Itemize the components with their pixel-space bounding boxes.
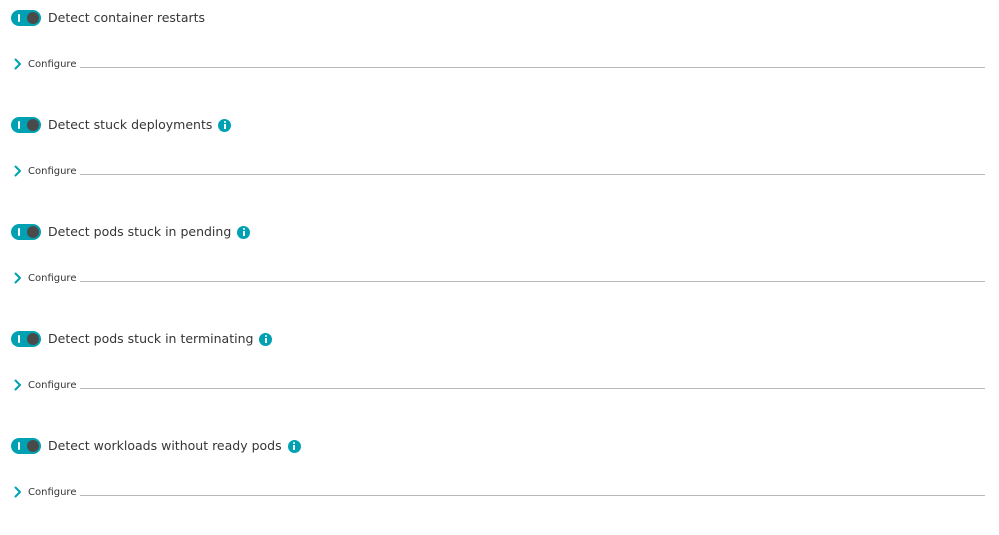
toggle-on-mark (18, 14, 20, 22)
chevron-right-icon[interactable] (14, 272, 22, 284)
pods-stuck-pending-toggle[interactable] (11, 224, 41, 240)
configure-row[interactable]: Configure (14, 56, 985, 72)
divider (80, 280, 985, 282)
toggle-row: Detect stuck deployments (11, 115, 232, 135)
toggle-knob (27, 226, 39, 238)
configure-row[interactable]: Configure (14, 484, 985, 500)
configure-row[interactable]: Configure (14, 377, 985, 393)
setting-pods-stuck-terminating: Detect pods stuck in terminating Configu… (0, 321, 999, 428)
chevron-right-icon[interactable] (14, 58, 22, 70)
chevron-right-icon[interactable] (14, 486, 22, 498)
pods-stuck-terminating-toggle[interactable] (11, 331, 41, 347)
container-restarts-toggle[interactable] (11, 10, 41, 26)
toggle-on-mark (18, 121, 20, 129)
setting-workloads-without-ready-pods: Detect workloads without ready pods Conf… (0, 428, 999, 535)
configure-link[interactable]: Configure (28, 273, 76, 284)
info-icon[interactable] (218, 118, 232, 132)
info-icon[interactable] (237, 225, 251, 239)
chevron-right-icon[interactable] (14, 379, 22, 391)
divider (80, 387, 985, 389)
info-icon[interactable] (287, 439, 301, 453)
toggle-on-mark (18, 335, 20, 343)
divider (80, 494, 985, 496)
toggle-row: Detect pods stuck in pending (11, 222, 251, 242)
stuck-deployments-toggle[interactable] (11, 117, 41, 133)
setting-container-restarts: Detect container restarts Configure (0, 0, 999, 107)
toggle-knob (27, 119, 39, 131)
info-icon[interactable] (259, 332, 273, 346)
toggle-row: Detect workloads without ready pods (11, 436, 301, 456)
toggle-knob (27, 440, 39, 452)
toggle-knob (27, 12, 39, 24)
setting-label: Detect container restarts (48, 10, 206, 25)
setting-label: Detect pods stuck in pending (48, 224, 232, 239)
configure-row[interactable]: Configure (14, 270, 985, 286)
configure-link[interactable]: Configure (28, 487, 76, 498)
configure-link[interactable]: Configure (28, 380, 76, 391)
setting-label: Detect pods stuck in terminating (48, 331, 254, 346)
workloads-without-ready-pods-toggle[interactable] (11, 438, 41, 454)
setting-pods-stuck-pending: Detect pods stuck in pending Configure (0, 214, 999, 321)
setting-stuck-deployments: Detect stuck deployments Configure (0, 107, 999, 214)
divider (80, 173, 985, 175)
divider (80, 66, 985, 68)
toggle-knob (27, 333, 39, 345)
toggle-row: Detect pods stuck in terminating (11, 329, 273, 349)
configure-row[interactable]: Configure (14, 163, 985, 179)
chevron-right-icon[interactable] (14, 165, 22, 177)
configure-link[interactable]: Configure (28, 166, 76, 177)
setting-label: Detect stuck deployments (48, 117, 213, 132)
toggle-row: Detect container restarts (11, 8, 205, 28)
configure-link[interactable]: Configure (28, 59, 76, 70)
toggle-on-mark (18, 442, 20, 450)
setting-label: Detect workloads without ready pods (48, 438, 282, 453)
toggle-on-mark (18, 228, 20, 236)
